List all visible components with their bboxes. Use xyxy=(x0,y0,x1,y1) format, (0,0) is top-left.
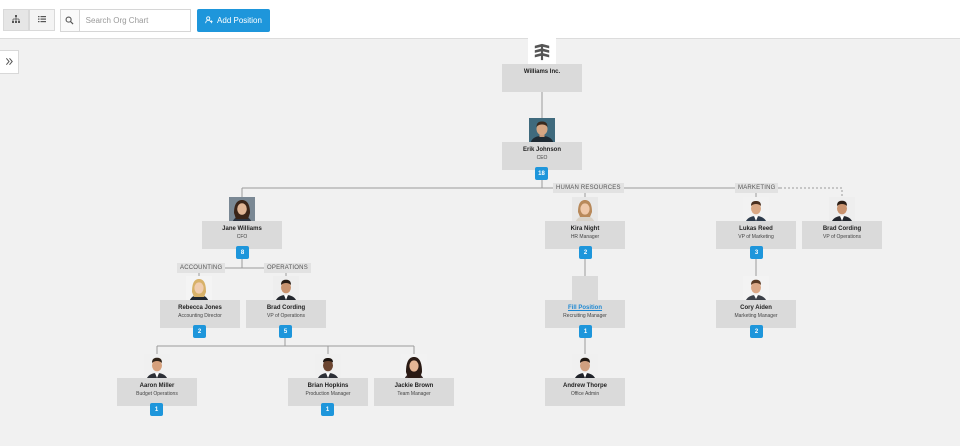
person-card[interactable]: Rebecca Jones Accounting Director xyxy=(160,300,240,328)
report-count-badge[interactable]: 8 xyxy=(236,246,249,259)
vp-marketing-photo xyxy=(743,197,769,224)
department-label-marketing: MARKETING xyxy=(735,183,779,193)
report-count-badge[interactable]: 1 xyxy=(579,325,592,338)
person-card[interactable]: Brad Cording VP of Operations xyxy=(802,221,882,249)
department-label-hr: HUMAN RESOURCES xyxy=(553,183,624,193)
org-chart-icon xyxy=(11,11,21,29)
list-view-button[interactable] xyxy=(29,9,55,31)
department-label-accounting: ACCOUNTING xyxy=(177,263,226,273)
report-count-badge[interactable]: 2 xyxy=(750,325,763,338)
list-icon xyxy=(37,11,47,29)
person-card[interactable]: Jane Williams CFO xyxy=(202,221,282,249)
add-position-button[interactable]: Add Position xyxy=(197,9,270,32)
person-card[interactable]: Kira Night HR Manager xyxy=(545,221,625,249)
cfo-photo xyxy=(229,197,255,224)
add-position-label: Add Position xyxy=(217,16,262,25)
report-count-badge[interactable]: 2 xyxy=(579,246,592,259)
person-card[interactable]: Andrew Thorpe Office Admin xyxy=(545,378,625,406)
department-label-operations: OPERATIONS xyxy=(264,263,311,273)
search-input[interactable] xyxy=(79,10,190,31)
hr-manager-photo xyxy=(572,197,598,224)
company-name: Williams Inc. xyxy=(523,69,561,75)
report-count-badge[interactable]: 2 xyxy=(193,325,206,338)
double-chevron-right-icon xyxy=(5,53,14,71)
person-card[interactable]: Brad Cording VP of Operations xyxy=(246,300,326,328)
vacant-position-card[interactable]: Fill Position Recruiting Manager xyxy=(545,300,625,328)
fill-position-link[interactable]: Fill Position xyxy=(545,304,625,312)
report-count-badge[interactable]: 3 xyxy=(750,246,763,259)
production-manager-photo xyxy=(315,354,341,381)
company-card[interactable]: Williams Inc. xyxy=(502,64,582,92)
office-admin-photo xyxy=(572,354,598,381)
org-chart-view-button[interactable] xyxy=(3,9,29,31)
top-toolbar: Add Position xyxy=(0,0,960,39)
report-count-badge[interactable]: 1 xyxy=(321,403,334,416)
add-user-icon xyxy=(205,15,213,26)
expand-sidebar-button[interactable] xyxy=(0,50,19,74)
company-logo xyxy=(528,38,556,65)
report-count-badge[interactable]: 18 xyxy=(535,167,548,180)
person-card[interactable]: Cory Aiden Marketing Manager xyxy=(716,300,796,328)
person-card[interactable]: Lukas Reed VP of Marketing xyxy=(716,221,796,249)
vp-operations-photo xyxy=(273,276,299,303)
person-card[interactable]: Erik Johnson CEO xyxy=(502,142,582,170)
search-box xyxy=(60,9,191,32)
report-count-badge[interactable]: 1 xyxy=(150,403,163,416)
person-card[interactable]: Aaron Miller Budget Operations xyxy=(117,378,197,406)
marketing-manager-photo xyxy=(743,276,769,303)
budget-operations-photo xyxy=(144,354,170,381)
person-card[interactable]: Brian Hopkins Production Manager xyxy=(288,378,368,406)
vp-operations-assistant-photo xyxy=(829,197,855,224)
vacant-photo-placeholder xyxy=(572,276,598,303)
accounting-director-photo xyxy=(186,276,212,303)
person-card[interactable]: Jackie Brown Team Manager xyxy=(374,378,454,406)
team-manager-photo xyxy=(401,354,427,381)
ceo-photo xyxy=(529,118,555,145)
search-icon[interactable] xyxy=(61,10,80,31)
report-count-badge[interactable]: 5 xyxy=(279,325,292,338)
